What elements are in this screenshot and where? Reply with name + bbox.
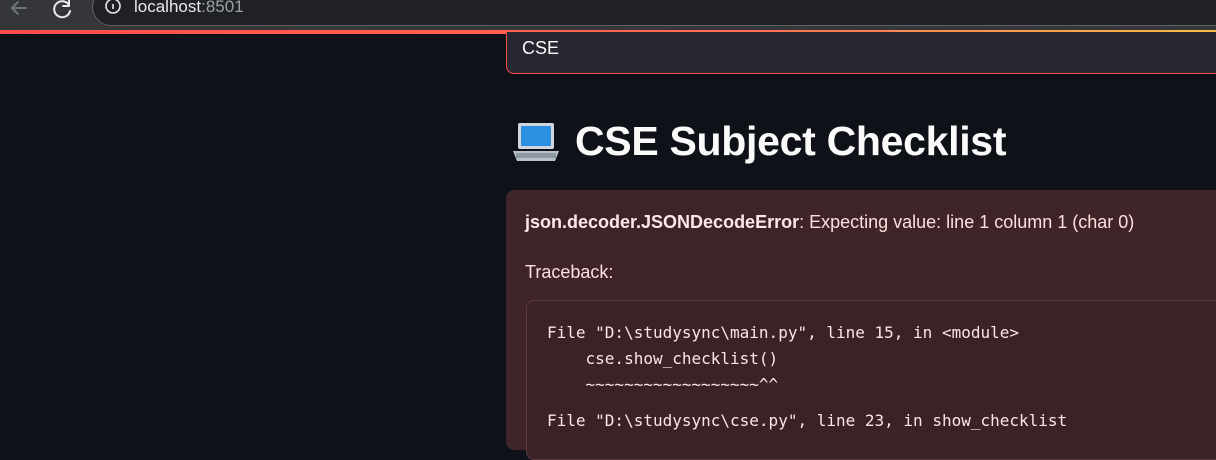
address-bar[interactable]	[92, 0, 1216, 26]
code-line: File "D:\studysync\main.py", line 15, in…	[547, 323, 1020, 342]
code-line: ~~~~~~~~~~~~~~~~~~^^	[547, 375, 779, 394]
url-text[interactable]: localhost:8501	[134, 0, 244, 17]
code-line: cse.show_checklist()	[547, 349, 779, 368]
traceback-code-block: File "D:\studysync\main.py", line 15, in…	[526, 300, 1216, 460]
selected-value: CSE	[522, 38, 560, 58]
url-host: localhost	[134, 0, 202, 16]
error-message: json.decoder.JSONDecodeError: Expecting …	[525, 212, 1134, 233]
code-line: File "D:\studysync\cse.py", line 23, in …	[547, 411, 1068, 430]
back-button[interactable]	[4, 0, 32, 22]
laptop-icon	[513, 122, 559, 161]
main-content: CSE CSE Subject Checklist json.decoder.J…	[0, 32, 1216, 460]
subject-selectbox[interactable]: CSE	[506, 32, 1216, 74]
page-title: CSE Subject Checklist	[512, 118, 1006, 165]
exception-box: json.decoder.JSONDecodeError: Expecting …	[506, 190, 1216, 460]
reload-button[interactable]	[48, 0, 76, 22]
url-port: :8501	[201, 0, 244, 16]
traceback-label: Traceback:	[525, 262, 614, 282]
page-title-text: CSE Subject Checklist	[575, 118, 1007, 164]
browser-chrome: localhost:8501	[0, 0, 1216, 34]
info-icon[interactable]	[104, 0, 122, 18]
arrow-left-icon	[11, 1, 27, 15]
error-detail: : Expecting value: line 1 column 1 (char…	[799, 212, 1135, 232]
reload-icon	[53, 0, 71, 19]
error-type: json.decoder.JSONDecodeError	[525, 212, 800, 232]
